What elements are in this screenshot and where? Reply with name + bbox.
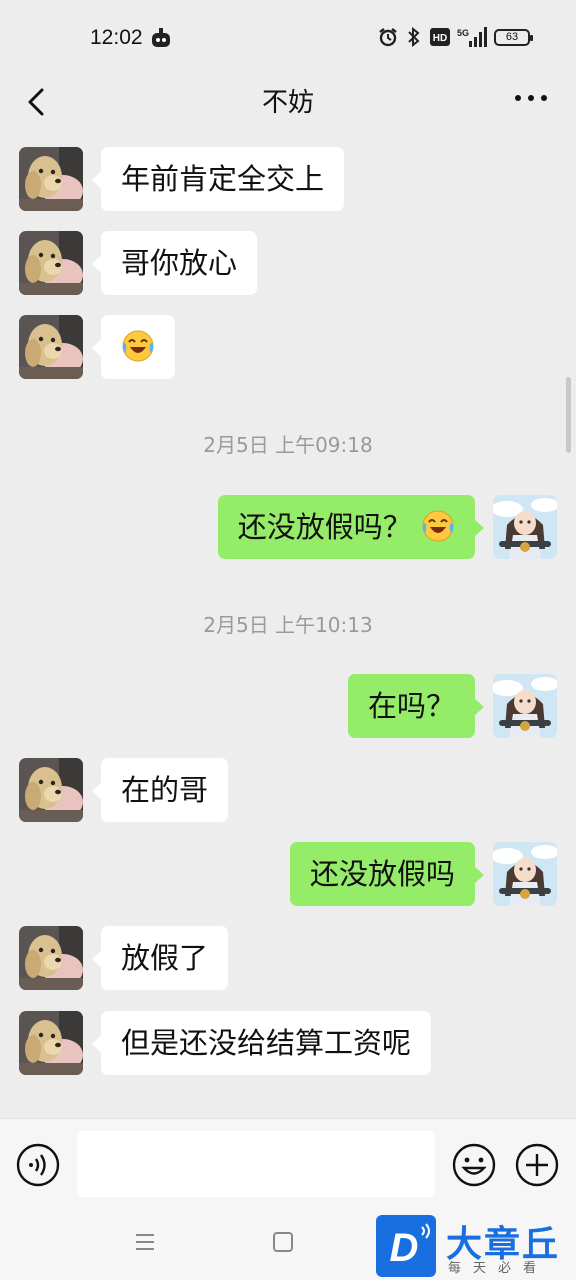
hd-icon: HD bbox=[430, 28, 450, 46]
status-bar: 12:02 HD 5G 63 bbox=[0, 0, 576, 74]
contact-avatar[interactable] bbox=[19, 231, 83, 295]
voice-icon[interactable] bbox=[16, 1143, 60, 1187]
plus-icon[interactable] bbox=[515, 1143, 559, 1187]
svg-text:D: D bbox=[390, 1226, 419, 1270]
contact-avatar[interactable] bbox=[19, 926, 83, 990]
message-text: 哥你放心 bbox=[121, 246, 238, 280]
message-text: 放假了 bbox=[121, 941, 209, 975]
message-bubble[interactable]: 但是还没给结算工资呢 bbox=[91, 1011, 432, 1075]
message-bubble[interactable]: 哥你放心 bbox=[91, 231, 258, 295]
laughing-crying-emoji bbox=[421, 509, 455, 543]
message-timestamp: 2月5日 上午10:13 bbox=[203, 613, 373, 637]
message-text: 年前肯定全交上 bbox=[121, 162, 325, 196]
status-time: 12:02 bbox=[90, 26, 143, 49]
contact-avatar[interactable] bbox=[19, 147, 83, 211]
message-bubble[interactable]: 在吗？ bbox=[347, 674, 485, 738]
robot-icon bbox=[152, 28, 170, 47]
alarm-icon bbox=[379, 28, 397, 47]
chat-title: 不妨 bbox=[261, 88, 314, 118]
message-input[interactable] bbox=[77, 1131, 435, 1197]
status-icons: HD 5G 63 bbox=[378, 27, 533, 47]
message-bubble[interactable]: 还没放假吗？ bbox=[217, 495, 485, 559]
watermark-badge: D bbox=[376, 1215, 436, 1277]
watermark-slogan: 每天必看 bbox=[448, 1261, 549, 1276]
home-key-icon[interactable] bbox=[273, 1232, 293, 1252]
battery-icon: 63 bbox=[494, 28, 533, 46]
my-avatar[interactable] bbox=[493, 495, 557, 559]
chat-header: 不妨 bbox=[0, 74, 576, 132]
message-text: 在的哥 bbox=[121, 773, 209, 807]
more-icon[interactable] bbox=[514, 92, 548, 104]
message-text: 还没放假吗 bbox=[309, 857, 455, 891]
input-bar bbox=[0, 1118, 576, 1210]
message-bubble[interactable]: 在的哥 bbox=[91, 758, 229, 822]
contact-avatar[interactable] bbox=[19, 1011, 83, 1075]
message-text: 还没放假吗？ bbox=[237, 510, 412, 544]
contact-avatar[interactable] bbox=[19, 758, 83, 822]
contact-avatar[interactable] bbox=[19, 315, 83, 379]
smiley-icon[interactable] bbox=[452, 1143, 496, 1187]
watermark-d-logo: D bbox=[390, 1223, 430, 1270]
svg-text:HD: HD bbox=[433, 33, 447, 44]
message-bubble[interactable]: 年前肯定全交上 bbox=[91, 147, 345, 211]
signal-icon: 5G bbox=[457, 27, 487, 47]
my-avatar[interactable] bbox=[493, 674, 557, 738]
message-text: 但是还没给结算工资呢 bbox=[121, 1026, 412, 1060]
message-bubble[interactable] bbox=[92, 315, 175, 379]
laughing-crying-emoji bbox=[121, 329, 155, 363]
message-text: 在吗？ bbox=[367, 689, 455, 723]
bluetooth-icon bbox=[408, 27, 420, 47]
menu-key-icon[interactable] bbox=[134, 1230, 156, 1254]
message-bubble[interactable]: 放假了 bbox=[91, 926, 229, 990]
message-bubble[interactable]: 还没放假吗 bbox=[289, 842, 485, 906]
message-timestamp: 2月5日 上午09:18 bbox=[203, 433, 373, 457]
my-avatar[interactable] bbox=[493, 842, 557, 906]
watermark-logo: D 大章丘 每天必看 bbox=[376, 1213, 576, 1280]
svg-text:5G: 5G bbox=[457, 28, 469, 38]
